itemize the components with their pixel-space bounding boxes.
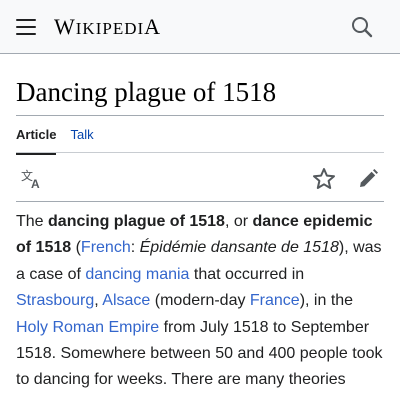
- italic-term: Épidémie dansante de 1518: [139, 239, 339, 257]
- text-span: that occurred in: [189, 265, 305, 283]
- site-header: WIKIPEDIA: [0, 0, 400, 54]
- text-span: (: [71, 239, 81, 257]
- page-title: Dancing plague of 1518: [16, 77, 277, 107]
- logo-letters: IKIPEDI: [75, 19, 145, 38]
- menu-bar: [16, 26, 36, 28]
- text-span: :: [130, 239, 140, 257]
- bold-term: dancing plague of 1518: [48, 213, 225, 230]
- logo-letter: W: [54, 14, 76, 39]
- page-actions: 文 A: [0, 153, 400, 201]
- toolbar-divider: [16, 201, 384, 202]
- pencil-icon[interactable]: [354, 165, 382, 193]
- text-span: , or: [224, 213, 253, 230]
- link-dancing-mania[interactable]: dancing mania: [85, 266, 189, 283]
- svg-text:A: A: [31, 177, 40, 191]
- link-holy-roman-empire[interactable]: Holy Roman Empire: [16, 319, 159, 336]
- logo-letter: A: [144, 14, 162, 39]
- namespace-tabs: Article Talk: [16, 122, 94, 155]
- link-alsace[interactable]: Alsace: [102, 292, 150, 309]
- article-body: The dancing plague of 1518, or dance epi…: [16, 209, 386, 394]
- menu-bar: [16, 19, 36, 21]
- search-icon[interactable]: [346, 11, 378, 43]
- tab-article[interactable]: Article: [16, 122, 57, 155]
- link-france[interactable]: France: [250, 292, 300, 309]
- text-span: (modern-day: [150, 292, 250, 310]
- lead-paragraph: The dancing plague of 1518, or dance epi…: [16, 209, 386, 394]
- link-strasbourg[interactable]: Strasbourg: [16, 292, 94, 309]
- tab-talk[interactable]: Talk: [70, 122, 93, 152]
- menu-icon[interactable]: [10, 11, 42, 43]
- text-span: ), in the: [299, 292, 354, 310]
- title-divider: [16, 115, 384, 116]
- language-icon[interactable]: 文 A: [18, 165, 46, 193]
- menu-bar: [16, 33, 36, 35]
- wikipedia-logo[interactable]: WIKIPEDIA: [54, 14, 161, 42]
- text-span: The: [16, 213, 49, 230]
- star-icon[interactable]: [310, 165, 338, 193]
- link-french[interactable]: French: [81, 239, 131, 256]
